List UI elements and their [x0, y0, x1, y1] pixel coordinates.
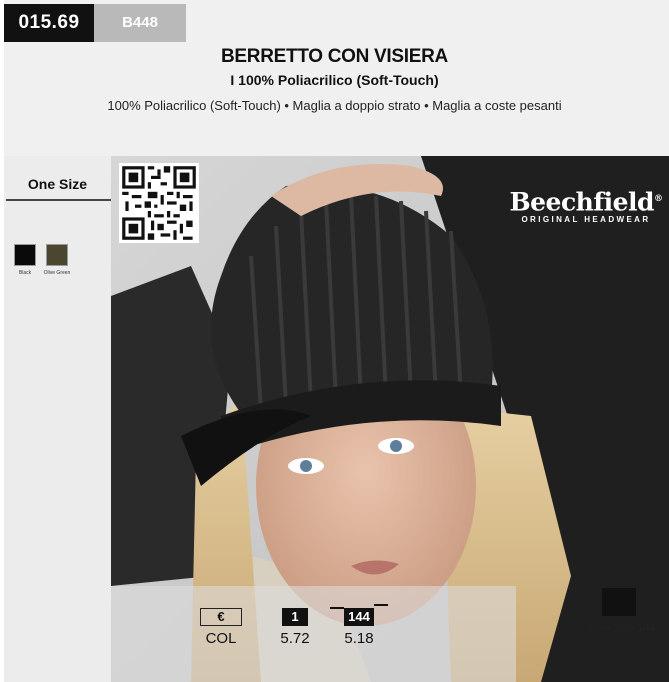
swatch-olive-green[interactable] [46, 244, 68, 266]
qr-code-icon [119, 163, 199, 243]
catalog-page: 015.69 B448 BERRETTO CON VISIERA I 100% … [0, 0, 669, 682]
tier-price-144: 5.18 [344, 630, 374, 647]
tier-qty-1: 1 [282, 608, 308, 626]
brand-logo: Beechfield® ORIGINAL HEADWEAR [506, 186, 666, 225]
tier-qty-144: 144 [344, 608, 374, 626]
product-features: 100% Poliacrilico (Soft-Touch) • Maglia … [107, 98, 562, 113]
product-title: BERRETTO CON VISIERA [221, 46, 448, 67]
brand-tagline: ORIGINAL HEADWEAR [521, 215, 651, 225]
carton-box-icon [602, 588, 636, 616]
col-label: COL [205, 630, 237, 647]
currency-box: € [200, 608, 242, 626]
brand-name: Beechfield® [509, 187, 663, 217]
model-code: B448 [94, 4, 186, 42]
carton-label: One Size 144 [588, 622, 656, 634]
swatch-label-olive-green: Olive Green [43, 270, 71, 276]
size-label: One Size [27, 176, 88, 192]
size-divider [6, 199, 111, 201]
tier-bar-right [374, 604, 388, 606]
product-code: 015.69 [4, 4, 94, 42]
tier-price-1: 5.72 [280, 630, 310, 647]
swatch-black[interactable] [14, 244, 36, 266]
product-subtitle: I 100% Poliacrilico (Soft-Touch) [230, 72, 439, 88]
sidebar: One Size Black Olive Green [4, 156, 111, 682]
tier-bar-left [330, 607, 344, 609]
